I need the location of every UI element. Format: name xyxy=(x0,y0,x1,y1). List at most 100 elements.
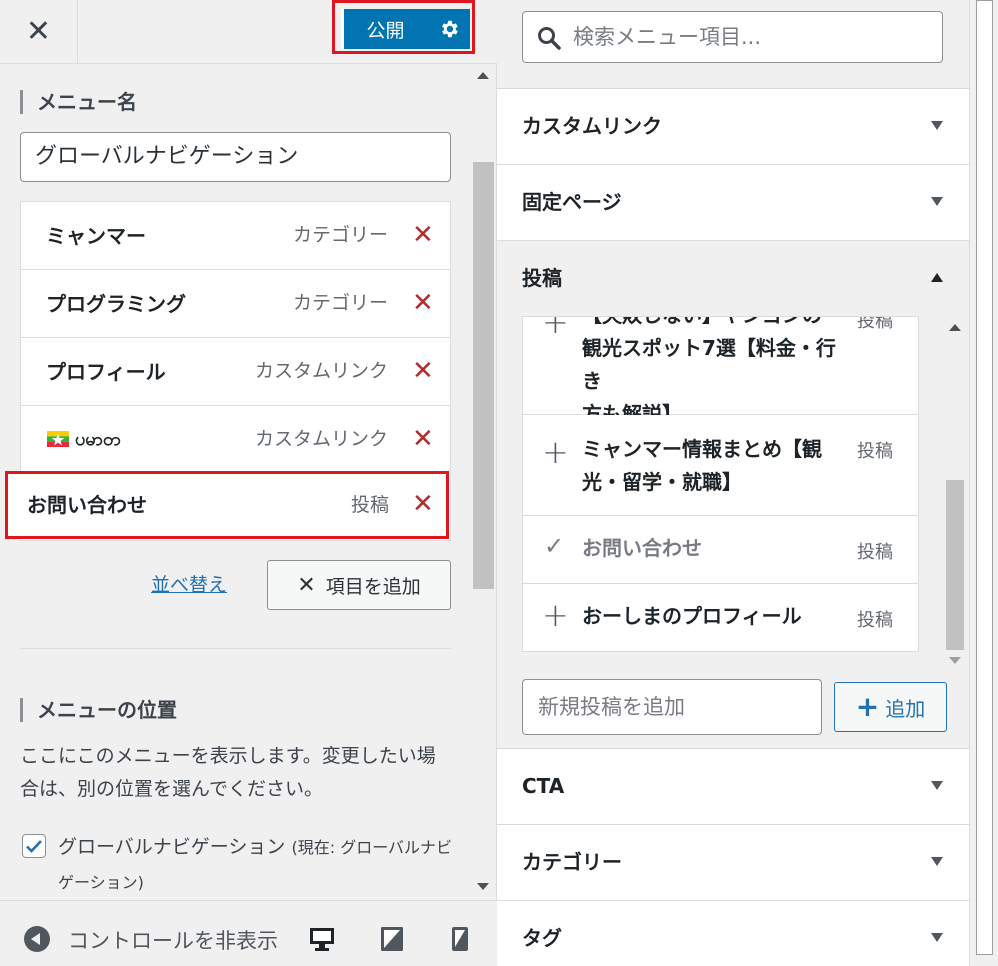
search-icon xyxy=(538,27,561,50)
reorder-link[interactable]: 並べ替え xyxy=(151,570,227,597)
post-item[interactable]: + ミャンマー情報まとめ【観 光・留学・就職】 投稿 xyxy=(523,415,918,516)
accordion-pages[interactable]: 固定ページ xyxy=(497,164,969,240)
add-post-plus-icon[interactable]: + xyxy=(542,317,569,341)
post-type: 投稿 xyxy=(857,441,893,462)
publish-settings-button[interactable] xyxy=(427,9,470,49)
remove-item-icon[interactable]: ✕ xyxy=(412,426,434,452)
add-items-label: 項目を追加 xyxy=(325,575,421,598)
section-divider xyxy=(20,648,451,649)
post-title: おーしまのプロフィール xyxy=(582,604,802,628)
close-customizer-button[interactable]: ✕ xyxy=(0,0,78,63)
menu-item-highlighted[interactable]: お問い合わせ 投稿 ✕ xyxy=(5,471,449,539)
location-checkbox[interactable] xyxy=(22,834,46,858)
accordion-title: CTA xyxy=(522,774,565,798)
customizer-footer: コントロールを非表示 xyxy=(0,900,497,966)
post-title: ミャンマー情報まとめ【観 光・留学・就職】 xyxy=(582,437,822,494)
remove-item-icon[interactable]: ✕ xyxy=(412,358,434,384)
accordion-title: カテゴリー xyxy=(522,850,622,874)
window-scrollbar[interactable] xyxy=(969,0,998,966)
menu-item[interactable]: ပမာတ カスタムリンク ✕ xyxy=(21,406,450,474)
publish-label: 公開 xyxy=(366,19,405,42)
menu-name-input[interactable]: グローバルナビゲーション xyxy=(20,132,451,182)
search-placeholder: 検索メニュー項目... xyxy=(573,25,762,49)
menu-item[interactable]: プロフィール カスタムリンク ✕ xyxy=(21,338,450,406)
added-check-icon: ✓ xyxy=(544,532,565,560)
post-title: 【失敗しない】ヤンゴンの観光スポット7選【料金・行き方も解説】 xyxy=(582,317,836,426)
myanmar-flag-icon xyxy=(47,431,69,447)
publish-highlight-box: 公開 xyxy=(332,0,475,54)
accordion-title: 投稿 xyxy=(522,266,562,290)
menu-location-heading: メニューの位置 xyxy=(20,698,177,722)
scrollbar-thumb[interactable] xyxy=(946,480,964,650)
scroll-down-arrow-icon[interactable] xyxy=(477,883,489,890)
add-items-x-icon: ✕ xyxy=(297,572,316,598)
accordion-categories[interactable]: カテゴリー xyxy=(497,824,969,900)
menu-item-title: ミャンマー xyxy=(46,224,146,248)
expand-arrow-icon xyxy=(931,197,943,206)
remove-item-icon[interactable]: ✕ xyxy=(412,222,434,248)
gear-icon xyxy=(441,20,458,38)
menu-item-type: カテゴリー xyxy=(292,292,388,314)
tablet-preview-icon[interactable] xyxy=(378,925,406,953)
menu-item-type: カテゴリー xyxy=(292,224,388,246)
accordion-cta[interactable]: CTA xyxy=(497,748,969,824)
customizer-controls-panel: ✕ 公開 メニュー名 グローバルナビゲーション ミャンマー カテゴリー ✕ プロ… xyxy=(0,0,497,966)
location-checkbox-label[interactable]: グローバルナビゲーション (現在: グローバルナビゲーション) xyxy=(58,830,458,900)
post-item-added[interactable]: ✓ お問い合わせ 投稿 xyxy=(523,516,918,584)
expand-arrow-icon xyxy=(931,781,943,790)
accordion-posts[interactable]: 投稿 xyxy=(497,240,969,316)
new-post-title-input[interactable]: 新規投稿を追加 xyxy=(522,679,822,735)
mobile-preview-icon[interactable] xyxy=(446,925,474,953)
collapse-controls-button[interactable]: コントロールを非表示 xyxy=(68,925,280,955)
scroll-up-arrow-icon[interactable] xyxy=(477,72,489,79)
accordion-title: 固定ページ xyxy=(522,190,622,214)
add-items-button[interactable]: ✕ 項目を追加 xyxy=(267,560,451,610)
plus-icon: + xyxy=(855,690,880,723)
scroll-down-arrow-icon[interactable] xyxy=(949,657,961,664)
posts-list: + 【失敗しない】ヤンゴンの観光スポット7選【料金・行き方も解説】 投稿 + ミ… xyxy=(522,316,919,652)
post-item[interactable]: + おーしまのプロフィール 投稿 xyxy=(523,584,918,651)
add-new-post-button[interactable]: + 追加 xyxy=(834,682,947,732)
search-menu-items-field[interactable]: 検索メニュー項目... xyxy=(522,11,943,63)
post-type: 投稿 xyxy=(857,610,893,631)
menu-item-title: お問い合わせ xyxy=(27,493,147,517)
posts-scrollbar[interactable] xyxy=(945,316,965,670)
menu-item-type: カスタムリンク xyxy=(254,428,388,450)
close-icon: ✕ xyxy=(25,14,52,49)
menu-item[interactable]: プログラミング カテゴリー ✕ xyxy=(21,270,450,338)
remove-item-icon[interactable]: ✕ xyxy=(412,491,434,517)
available-menu-items-panel: 検索メニュー項目... カスタムリンク 固定ページ 投稿 + 【失敗しない】ヤン… xyxy=(497,0,969,966)
menu-item-title: ပမာတ xyxy=(75,429,121,450)
add-new-post-label: 追加 xyxy=(885,696,926,721)
expand-arrow-icon xyxy=(931,121,943,130)
window-scrollbar-thumb[interactable] xyxy=(976,0,993,955)
scrollbar-thumb[interactable] xyxy=(473,162,494,589)
left-scrollbar[interactable] xyxy=(472,64,497,900)
menu-item-type: 投稿 xyxy=(350,494,389,516)
accordion-tags[interactable]: タグ xyxy=(497,900,969,966)
desktop-preview-icon[interactable] xyxy=(308,925,336,953)
accordion-title: カスタムリンク xyxy=(522,114,662,138)
expand-arrow-icon xyxy=(931,933,943,942)
collapse-arrow-icon xyxy=(931,273,943,282)
scroll-up-arrow-icon[interactable] xyxy=(949,324,961,331)
checkmark-icon xyxy=(26,840,42,853)
menu-item-title: プログラミング xyxy=(46,292,186,316)
post-item[interactable]: + 【失敗しない】ヤンゴンの観光スポット7選【料金・行き方も解説】 投稿 xyxy=(523,317,918,426)
add-post-plus-icon[interactable]: + xyxy=(542,596,569,634)
remove-item-icon[interactable]: ✕ xyxy=(412,290,434,316)
post-type: 投稿 xyxy=(857,542,893,563)
menu-settings-scroll-area: メニュー名 グローバルナビゲーション ミャンマー カテゴリー ✕ プログラミング… xyxy=(0,64,497,900)
expand-arrow-icon xyxy=(931,857,943,866)
collapse-arrow-icon[interactable] xyxy=(24,926,50,952)
accordion-custom-links[interactable]: カスタムリンク xyxy=(497,88,969,164)
accordion-title: タグ xyxy=(522,926,562,950)
customizer-header: ✕ 公開 xyxy=(0,0,497,64)
add-post-plus-icon[interactable]: + xyxy=(542,433,569,471)
location-name: グローバルナビゲーション xyxy=(58,836,286,858)
menu-item-title: プロフィール xyxy=(46,360,166,384)
menu-name-heading: メニュー名 xyxy=(20,90,137,114)
publish-button[interactable]: 公開 xyxy=(341,9,427,49)
menu-item[interactable]: ミャンマー カテゴリー ✕ xyxy=(21,202,450,270)
menu-item-type: カスタムリンク xyxy=(254,360,388,382)
